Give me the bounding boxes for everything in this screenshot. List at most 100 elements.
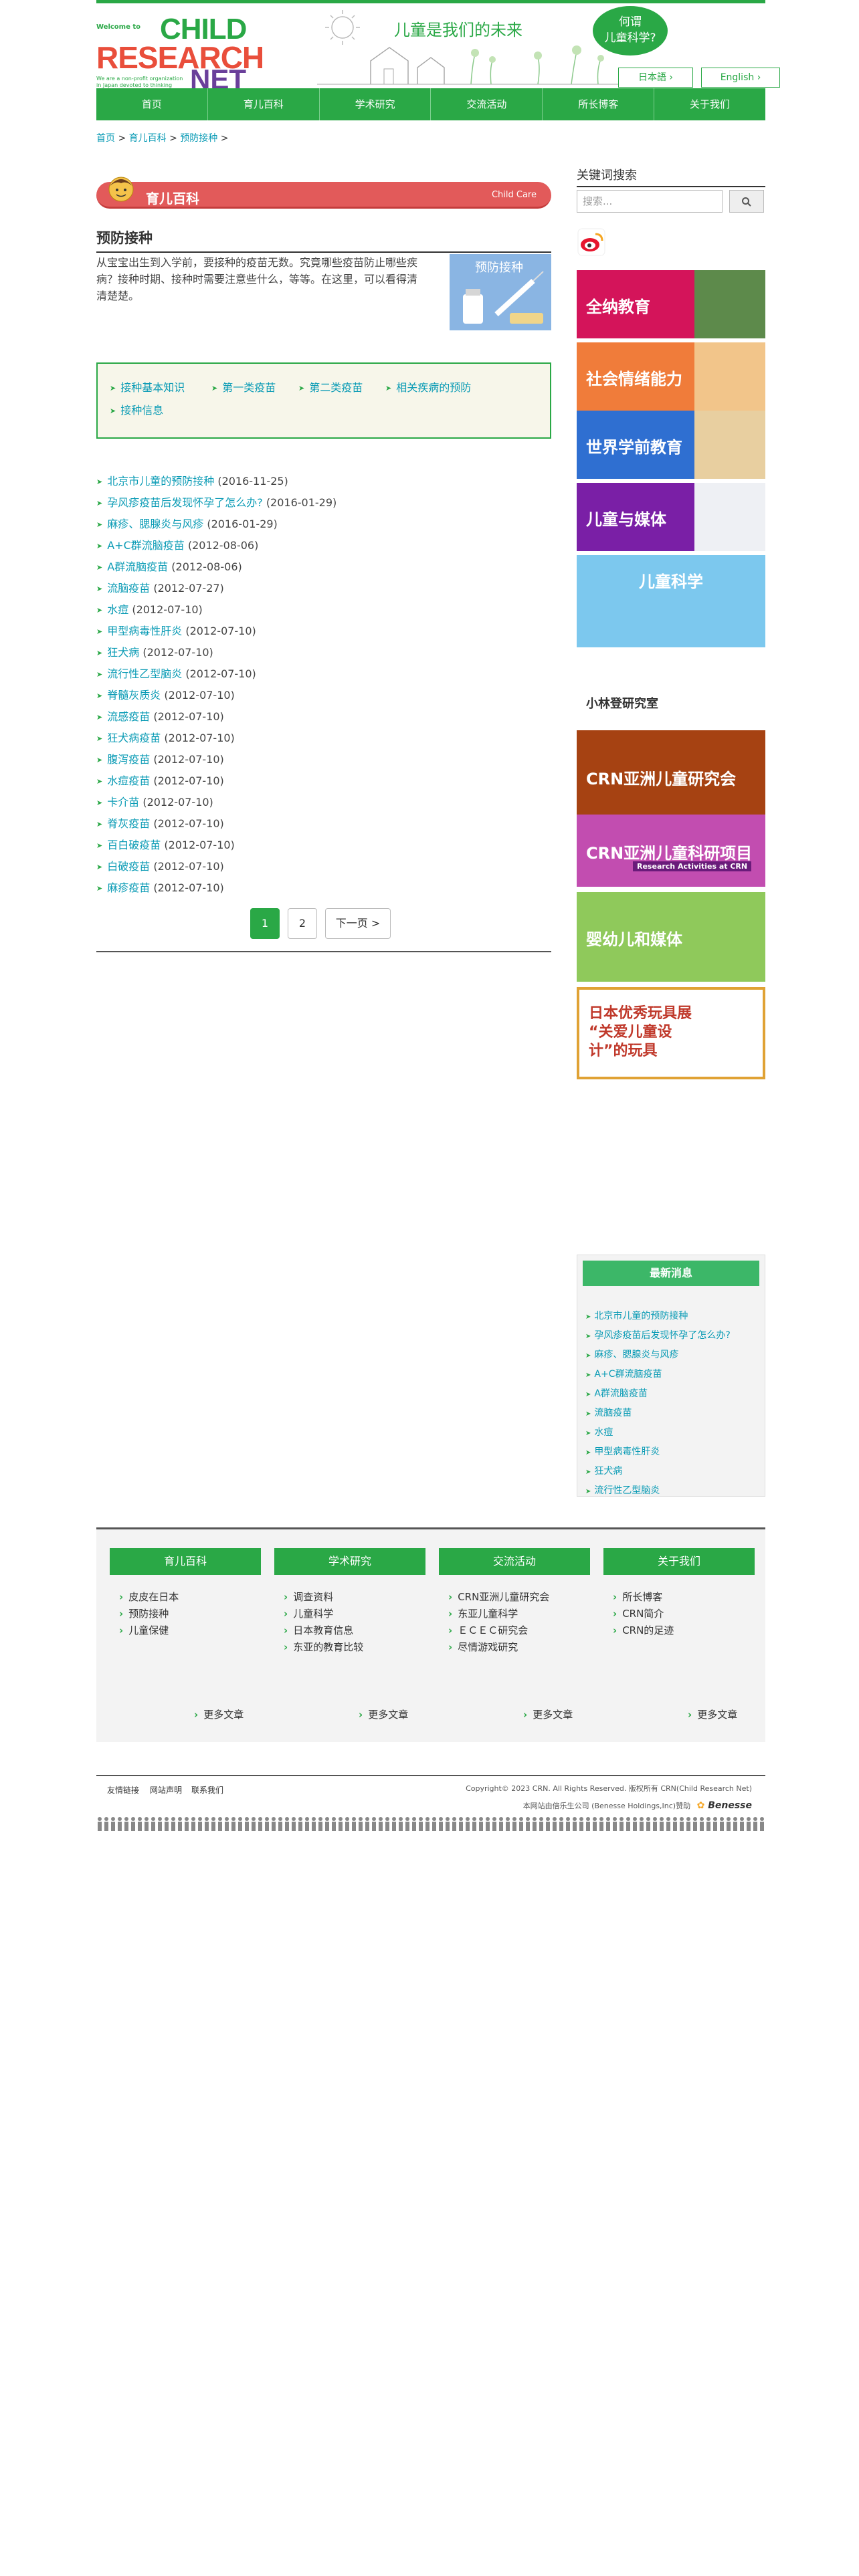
latest-news-item[interactable]: 孕风疹疫苗后发现怀孕了怎么办? <box>585 1328 730 1341</box>
sidebar-banner-3[interactable]: 儿童与媒体 <box>577 483 765 551</box>
footer-link[interactable]: 皮皮在日本 <box>119 1590 179 1604</box>
sidebar-banner-0[interactable]: 全纳教育 <box>577 270 765 338</box>
lang-english-button[interactable]: English › <box>701 68 780 88</box>
lang-japanese-button[interactable]: 日本語 › <box>618 68 693 88</box>
article-date: (2012-07-10) <box>132 603 203 616</box>
footer-link[interactable]: 东亚儿童科学 <box>448 1606 518 1620</box>
article-row: A+C群流脑疫苗 (2012-08-06) <box>96 535 551 556</box>
more-articles-link[interactable]: 更多文章 <box>359 1707 408 1721</box>
article-link[interactable]: 腹泻疫苗 <box>96 753 150 766</box>
latest-news-item[interactable]: 甲型病毒性肝炎 <box>585 1444 660 1458</box>
sidebar-banner-2[interactable]: 世界学前教育 <box>577 411 765 479</box>
article-link[interactable]: 水痘疫苗 <box>96 774 150 787</box>
footer-link[interactable]: ＥＣＥＣ研究会 <box>448 1623 528 1637</box>
footer-link[interactable]: 儿童保健 <box>119 1623 169 1637</box>
nav-home[interactable]: 首页 <box>96 88 208 120</box>
sidebar-banner-7[interactable]: CRN亚洲儿童科研项目 Research Activities at CRN <box>577 815 765 887</box>
sidebar-banner-8[interactable]: 婴幼儿和媒体 <box>577 892 765 982</box>
subnav-vaccination-info[interactable]: 接种信息 <box>110 401 163 417</box>
article-link[interactable]: 卡介苗 <box>96 796 139 809</box>
nav-director-blog[interactable]: 所长博客 <box>543 88 655 120</box>
breadcrumb-home[interactable]: 首页 <box>96 133 115 144</box>
latest-news-item[interactable]: 北京市儿童的预防接种 <box>585 1309 688 1322</box>
more-articles-link[interactable]: 更多文章 <box>523 1707 573 1721</box>
breadcrumb-childcare[interactable]: 育儿百科 <box>129 133 167 144</box>
sidebar-banner-1[interactable]: 社会情绪能力 <box>577 342 765 411</box>
link-friends[interactable]: 友情链接 <box>107 1784 139 1796</box>
weibo-icon[interactable] <box>577 227 606 257</box>
nav-about[interactable]: 关于我们 <box>654 88 765 120</box>
article-link[interactable]: 孕风疹疫苗后发现怀孕了怎么办? <box>96 496 263 509</box>
sidebar-banner-4[interactable]: 儿童科学 <box>577 555 765 647</box>
footer-column-title[interactable]: 关于我们 <box>603 1548 755 1575</box>
nav-exchange[interactable]: 交流活动 <box>431 88 543 120</box>
article-link[interactable]: 甲型病毒性肝炎 <box>96 625 182 637</box>
nav-childcare[interactable]: 育儿百科 <box>208 88 320 120</box>
article-link[interactable]: 白破疫苗 <box>96 860 150 873</box>
footer-link[interactable]: 尽情游戏研究 <box>448 1640 518 1654</box>
link-statement[interactable]: 网站声明 <box>150 1784 182 1796</box>
page-2-button[interactable]: 2 <box>288 908 317 939</box>
article-link[interactable]: 麻疹、腮腺炎与风疹 <box>96 518 203 530</box>
subnav-category-one[interactable]: 第一类疫苗 <box>211 379 276 395</box>
what-is-child-science-bubble[interactable]: 何谓 儿童科学? <box>593 6 668 56</box>
sidebar-banner-photo <box>692 411 765 479</box>
latest-news-item[interactable]: A+C群流脑疫苗 <box>585 1367 662 1380</box>
latest-news-item[interactable]: 流脑疫苗 <box>585 1406 632 1419</box>
page-1-button[interactable]: 1 <box>250 908 280 939</box>
site-logo[interactable]: Welcome to CHILD RESEARCH NET We are a n… <box>96 10 264 95</box>
footer-link[interactable]: 日本教育信息 <box>284 1623 353 1637</box>
breadcrumb-vaccination[interactable]: 预防接种 <box>180 133 217 144</box>
article-link[interactable]: 流行性乙型脑炎 <box>96 667 182 680</box>
article-link[interactable]: 流脑疫苗 <box>96 582 150 595</box>
footer-column-title[interactable]: 学术研究 <box>274 1548 425 1575</box>
more-articles-link[interactable]: 更多文章 <box>688 1707 737 1721</box>
vaccination-illustration: 预防接种 <box>450 254 551 330</box>
search-button[interactable] <box>729 190 764 213</box>
sidebar-banner-9[interactable]: 日本优秀玩具展 “关爱儿童设计”的玩具 <box>577 987 765 1079</box>
article-link[interactable]: A+C群流脑疫苗 <box>96 539 185 552</box>
sidebar-banner-6[interactable]: CRN亚洲儿童研究会 <box>577 730 765 823</box>
latest-news-item[interactable]: A群流脑疫苗 <box>585 1386 648 1400</box>
subnav-disease-prevention[interactable]: 相关疾病的预防 <box>385 379 471 395</box>
article-link[interactable]: 狂犬病疫苗 <box>96 732 161 744</box>
sidebar-banner-label: CRN亚洲儿童研究会 <box>586 770 737 788</box>
article-row: 甲型病毒性肝炎 (2012-07-10) <box>96 621 551 642</box>
children-silhouette-strip <box>98 1817 764 1831</box>
article-list: 北京市儿童的预防接种 (2016-11-25)孕风疹疫苗后发现怀孕了怎么办? (… <box>96 471 551 899</box>
latest-news-item[interactable]: 水痘 <box>585 1425 613 1438</box>
subnav-category-two[interactable]: 第二类疫苗 <box>298 379 363 395</box>
article-link[interactable]: 麻疹疫苗 <box>96 881 150 894</box>
latest-news-item[interactable]: 麻疹、腮腺炎与风疹 <box>585 1348 678 1361</box>
benesse-logo[interactable]: ✿ Benesse <box>697 1800 752 1811</box>
footer-link[interactable]: 所长博客 <box>613 1590 662 1604</box>
article-link[interactable]: 脊髓灰质炎 <box>96 689 161 702</box>
article-date: (2012-07-10) <box>164 689 235 702</box>
nav-research[interactable]: 学术研究 <box>320 88 432 120</box>
subnav-basic-knowledge[interactable]: 接种基本知识 <box>110 379 185 395</box>
more-articles-link[interactable]: 更多文章 <box>194 1707 244 1721</box>
article-link[interactable]: 狂犬病 <box>96 646 139 659</box>
article-link[interactable]: 北京市儿童的预防接种 <box>96 475 214 488</box>
article-link[interactable]: 水痘 <box>96 603 128 616</box>
search-input[interactable]: 搜索... <box>577 190 723 213</box>
footer-link[interactable]: CRN简介 <box>613 1606 664 1620</box>
footer-column-title[interactable]: 育儿百科 <box>110 1548 261 1575</box>
article-link[interactable]: 脊灰疫苗 <box>96 817 150 830</box>
sidebar-banner-label: 社会情绪能力 <box>586 370 682 389</box>
article-link[interactable]: 百白破疫苗 <box>96 839 161 851</box>
footer-column-title[interactable]: 交流活动 <box>439 1548 590 1575</box>
footer-link[interactable]: 东亚的教育比较 <box>284 1640 363 1654</box>
footer-link[interactable]: 儿童科学 <box>284 1606 333 1620</box>
footer-link[interactable]: CRN亚洲儿童研究会 <box>448 1590 549 1604</box>
article-link[interactable]: A群流脑疫苗 <box>96 560 168 573</box>
article-link[interactable]: 流感疫苗 <box>96 710 150 723</box>
latest-news-item[interactable]: 狂犬病 <box>585 1464 622 1477</box>
footer-link[interactable]: CRN的足迹 <box>613 1623 674 1637</box>
sidebar-banner-5[interactable]: 小林登研究室 <box>577 647 765 740</box>
footer-link[interactable]: 调查资料 <box>284 1590 333 1604</box>
link-contact[interactable]: 联系我们 <box>191 1784 223 1796</box>
latest-news-item[interactable]: 流行性乙型脑炎 <box>585 1483 660 1497</box>
next-page-button[interactable]: 下一页 > <box>325 908 391 939</box>
footer-link[interactable]: 预防接种 <box>119 1606 169 1620</box>
